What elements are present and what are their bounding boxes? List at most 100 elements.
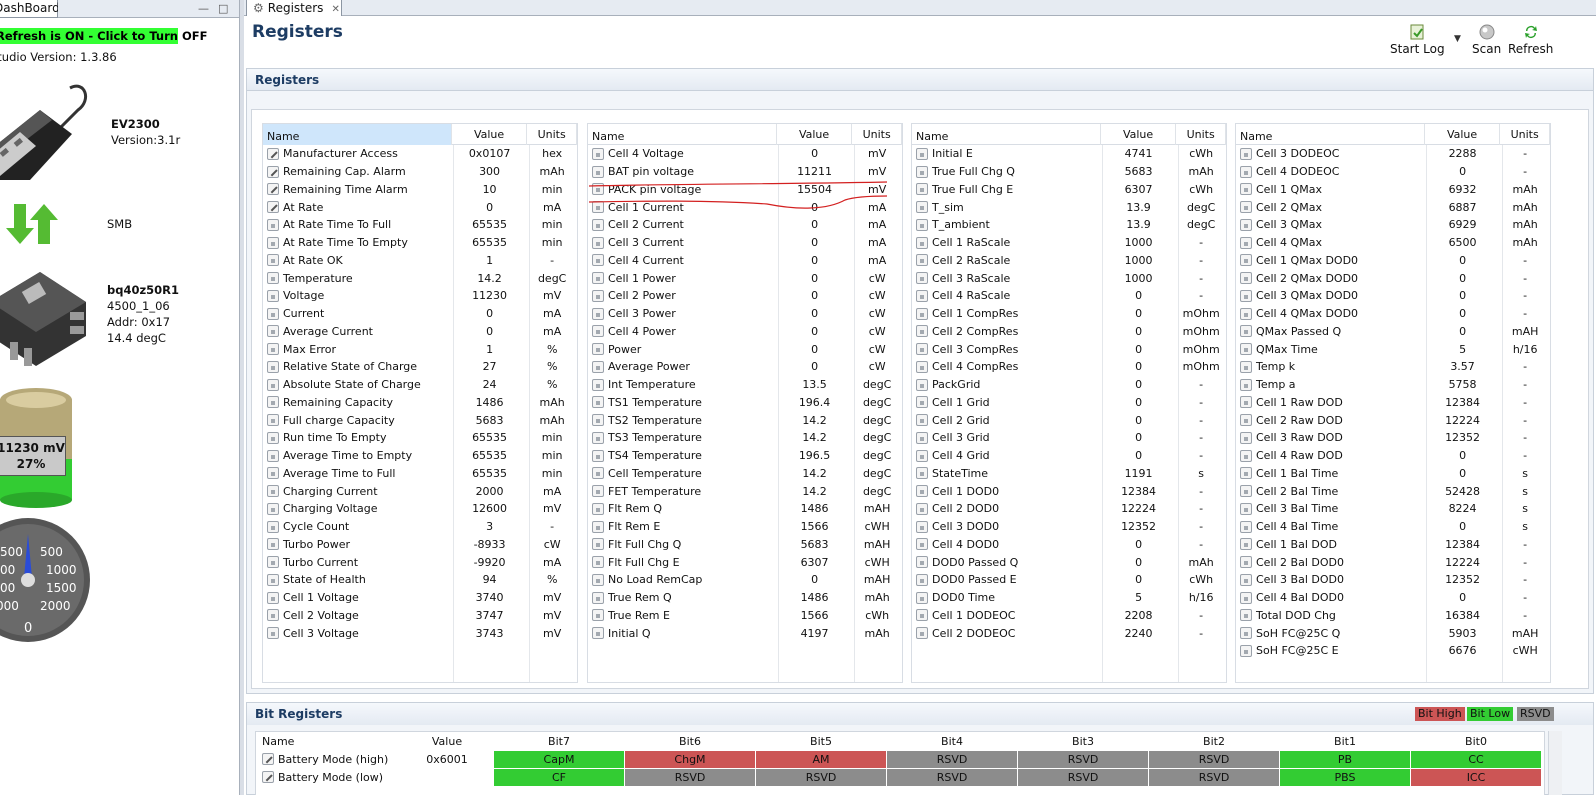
lock-icon: [592, 360, 604, 373]
lock-icon: [1240, 556, 1252, 569]
register-value: 12352: [1445, 431, 1481, 445]
register-value: 14.2: [477, 271, 502, 285]
bit-cell: CF: [494, 768, 625, 786]
register-units: mAH: [863, 502, 891, 516]
scan-button[interactable]: Scan: [1472, 24, 1501, 56]
register-units: -: [1199, 449, 1204, 463]
register-name: Cell 2 Voltage: [263, 609, 452, 622]
lock-icon: [592, 449, 604, 462]
register-units: mA: [543, 324, 562, 338]
register-units: mAh: [539, 413, 565, 427]
column-header-name[interactable]: Name: [1236, 124, 1425, 145]
register-name: Cell Temperature: [588, 467, 777, 480]
close-icon[interactable]: ✕: [331, 4, 339, 15]
minimize-icon[interactable]: —: [198, 2, 209, 15]
bit-cell: RSVD: [1149, 768, 1280, 786]
lock-icon: [267, 556, 279, 569]
lock-icon: [267, 538, 279, 551]
lock-icon: [592, 236, 604, 249]
column-header-units[interactable]: Units: [852, 124, 902, 145]
bit-column-header: Value: [431, 734, 463, 748]
register-value: 0: [1459, 253, 1467, 267]
register-value: 52428: [1445, 484, 1481, 498]
lock-icon: [592, 343, 604, 356]
register-units: mAh: [864, 626, 890, 640]
column-header-units[interactable]: Units: [1176, 124, 1226, 145]
column-header-value[interactable]: Value: [777, 124, 853, 145]
register-name: Cycle Count: [263, 520, 452, 533]
lock-icon: [592, 147, 604, 160]
lock-icon: [267, 272, 279, 285]
register-value: 12384: [1445, 395, 1481, 409]
start-log-dropdown[interactable]: ▼: [1454, 34, 1461, 44]
register-value: 5683: [1124, 165, 1153, 179]
refresh-button[interactable]: Refresh: [1508, 24, 1553, 56]
register-units: -: [1199, 608, 1204, 622]
lock-icon: [916, 289, 928, 302]
register-value: 13.9: [1126, 218, 1151, 232]
register-units: -: [1523, 378, 1528, 392]
register-name: At Rate Time To Empty: [263, 236, 452, 249]
lock-icon: [592, 556, 604, 569]
column-header-units[interactable]: Units: [527, 124, 577, 145]
bit-column-header: Name: [262, 734, 295, 748]
register-value: 0: [486, 324, 494, 338]
register-name: Temp a: [1236, 378, 1425, 391]
column-header-value[interactable]: Value: [1425, 124, 1501, 145]
register-name: Manufacturer Access: [263, 147, 452, 160]
register-value: 0: [1135, 360, 1143, 374]
column-header-name[interactable]: Name: [263, 124, 452, 145]
lock-icon: [592, 254, 604, 267]
register-value: 6929: [1448, 218, 1477, 232]
register-name: Cell 2 Current: [588, 218, 777, 231]
lock-icon: [592, 289, 604, 302]
column-header-units[interactable]: Units: [1500, 124, 1550, 145]
lock-icon: [1240, 236, 1252, 249]
lock-icon: [916, 609, 928, 622]
register-value: 0: [1135, 537, 1143, 551]
register-units: mV: [868, 147, 887, 161]
bit-register-row[interactable]: Battery Mode (high) 0x6001 CapM ChgM AM RSVD R…: [256, 750, 1544, 768]
register-value: 1486: [800, 591, 829, 605]
gauge-tick: 500: [40, 545, 63, 559]
register-units: cW: [868, 324, 886, 338]
column-divider: [453, 145, 454, 682]
register-name: TS2 Temperature: [588, 414, 777, 427]
bit-cell: RSVD: [1149, 750, 1280, 768]
battery-gauge: 11230 mV 27%: [0, 386, 76, 508]
tab-registers[interactable]: ⚙ Registers ✕: [246, 0, 342, 16]
register-name: T_sim: [912, 201, 1101, 214]
lock-icon: [267, 360, 279, 373]
column-header-value[interactable]: Value: [1101, 124, 1177, 145]
register-value: 0: [1459, 307, 1467, 321]
register-units: mA: [868, 236, 887, 250]
lock-icon: [916, 431, 928, 444]
column-header-name[interactable]: Name: [588, 124, 777, 145]
tab-dashboard[interactable]: DashBoard: [0, 0, 60, 18]
column-header-name[interactable]: Name: [912, 124, 1101, 145]
bit-cell: RSVD: [756, 768, 887, 786]
column-header-value[interactable]: Value: [452, 124, 528, 145]
maximize-icon[interactable]: □: [218, 2, 228, 15]
register-units: degC: [862, 431, 892, 445]
device-name: bq40z50R1: [107, 283, 180, 297]
register-units: mAh: [1512, 236, 1538, 250]
bit-register-row[interactable]: Battery Mode (low) CF RSVD RSVD RSVD RSVD RSVD…: [256, 768, 1544, 786]
start-log-button[interactable]: Start Log: [1390, 24, 1445, 56]
register-value: 0: [1459, 271, 1467, 285]
legend-rsvd: RSVD: [1517, 707, 1554, 721]
bit-registers-scrollbar[interactable]: [1548, 731, 1562, 795]
register-name: Flt Full Chg E: [588, 556, 777, 569]
register-units: -: [1199, 236, 1204, 250]
register-value: 2208: [1124, 608, 1153, 622]
refresh-toggle-button[interactable]: Refresh is ON - Click to Turn OFF: [0, 28, 207, 44]
register-units: h/16: [1512, 342, 1538, 356]
register-value: 6932: [1448, 182, 1477, 196]
register-value: 12384: [1121, 484, 1157, 498]
register-value: 1566: [800, 608, 829, 622]
register-value: 6307: [1124, 182, 1153, 196]
lock-icon: [1240, 289, 1252, 302]
lock-icon: [267, 502, 279, 515]
register-name: Power: [588, 343, 777, 356]
bit-registers-table: Name Value Bit7 Bit6 Bit5 Bit4 Bit3 Bit2 Bit1 Bit…: [255, 731, 1545, 795]
